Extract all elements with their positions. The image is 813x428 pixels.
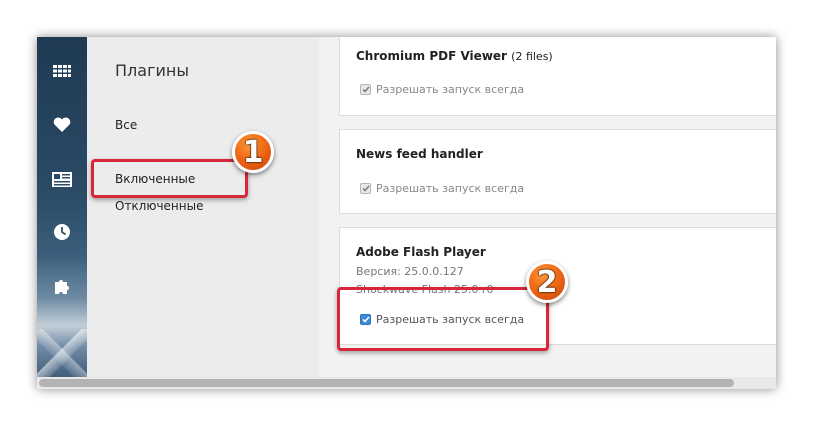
news-icon[interactable]	[50, 167, 74, 191]
side-rail	[37, 37, 87, 389]
plugin-card: Chromium PDF Viewer (2 files) Разрешать …	[339, 37, 776, 116]
allow-always-checkbox[interactable]: Разрешать запуск всегда	[360, 182, 524, 195]
step-badge-1: 1	[232, 131, 274, 173]
history-clock-icon[interactable]	[50, 220, 74, 244]
scrollbar-thumb[interactable]	[39, 379, 734, 387]
highlight-allow-checkbox	[337, 287, 549, 351]
step-badge-2: 2	[526, 261, 568, 303]
apps-grid-icon[interactable]	[50, 59, 74, 83]
allow-always-label: Разрешать запуск всегда	[376, 182, 525, 195]
checkbox-box[interactable]	[360, 183, 371, 194]
plugin-name: Adobe Flash Player	[356, 245, 486, 259]
plugin-name-text: Chromium PDF Viewer	[356, 49, 507, 63]
highlight-enabled-tab	[91, 159, 248, 198]
horizontal-scrollbar[interactable]	[37, 377, 776, 389]
favorites-heart-icon[interactable]	[50, 113, 74, 137]
allow-always-checkbox[interactable]: Разрешать запуск всегда	[360, 83, 524, 96]
plugin-name: Chromium PDF Viewer (2 files)	[356, 49, 553, 63]
extensions-puzzle-icon[interactable]	[50, 274, 74, 298]
plugin-name: News feed handler	[356, 147, 483, 161]
allow-always-label: Разрешать запуск всегда	[376, 83, 525, 96]
checkbox-box[interactable]	[360, 84, 371, 95]
page-title: Плагины	[115, 61, 189, 80]
plugins-nav: Плагины Все Включенные Отключенные	[87, 37, 319, 389]
plugin-card: News feed handler Разрешать запуск всегд…	[339, 129, 776, 214]
plugin-version: Версия: 25.0.0.127	[356, 265, 464, 278]
nav-item-all[interactable]: Все	[115, 118, 137, 132]
nav-item-disabled[interactable]: Отключенные	[115, 199, 203, 213]
plugin-file-count: (2 files)	[511, 50, 553, 63]
